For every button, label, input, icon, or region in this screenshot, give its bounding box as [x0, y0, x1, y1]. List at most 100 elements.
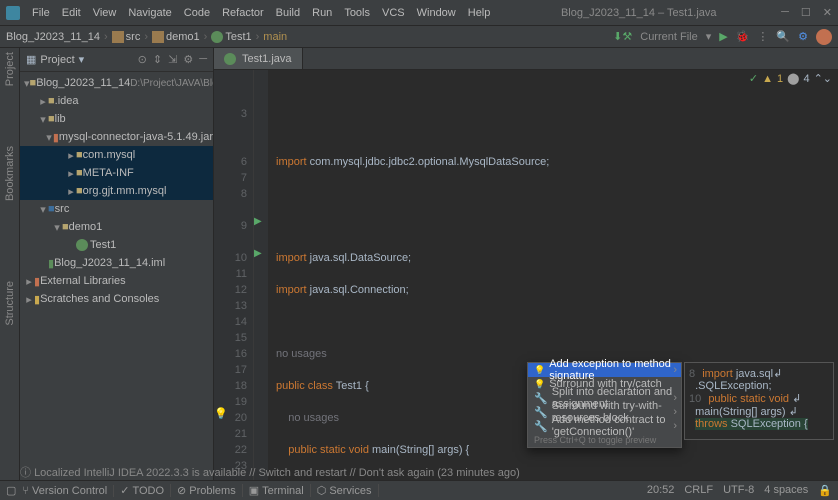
hide-icon[interactable]: ─ [199, 53, 207, 66]
tab-label: Test1.java [242, 53, 292, 65]
chevron-icon: › [204, 31, 208, 43]
menu-refactor[interactable]: Refactor [216, 5, 270, 21]
editor-tab[interactable]: Test1.java [214, 48, 303, 69]
run-icon[interactable]: ▶ [719, 30, 727, 43]
tree-root[interactable]: Blog_J2023_11_14 [36, 77, 130, 89]
encoding[interactable]: UTF-8 [723, 484, 754, 497]
indent[interactable]: 4 spaces [764, 484, 808, 497]
wrench-icon: 🔧 [534, 406, 548, 419]
tree-ext[interactable]: External Libraries [40, 275, 126, 287]
status-services[interactable]: ⬡Services [311, 484, 379, 497]
bulb-icon: 💡 [534, 379, 545, 390]
menu-vcs[interactable]: VCS [376, 5, 411, 21]
crumb-pkg[interactable]: demo1 [166, 31, 200, 43]
usage-hint: no usages [288, 412, 339, 424]
minimize-icon[interactable]: ─ [781, 6, 789, 19]
select-opened-icon[interactable]: ⊙ [138, 53, 147, 66]
menu-help[interactable]: Help [462, 5, 497, 21]
status-vcs[interactable]: ⑂Version Control [16, 485, 114, 497]
collapse-icon[interactable]: ⇲ [168, 53, 177, 66]
more-icon[interactable]: ⋮ [757, 30, 768, 43]
crumb-src[interactable]: src [126, 31, 141, 43]
intention-preview: 8 import java.sql↲ .SQLException; 10 pub… [684, 362, 834, 440]
project-tab-icon: ▦ [26, 53, 36, 66]
bulb-icon[interactable]: 💡 [214, 406, 228, 422]
menu-code[interactable]: Code [178, 5, 216, 21]
bulb-icon: 💡 [534, 365, 545, 376]
app-icon [6, 6, 20, 20]
run-config-dropdown[interactable]: Current File [640, 31, 697, 43]
status-tip: Localized IntelliJ IDEA 2022.3.3 is avai… [34, 467, 520, 479]
sidebar-title: Project [40, 54, 74, 66]
intention-popup: 💡Add exception to method signature› 💡Sur… [527, 362, 682, 448]
notification-icon[interactable]: ⓘ [20, 467, 34, 479]
window-title: Blog_J2023_11_14 – Test1.java [496, 7, 781, 19]
status-problems[interactable]: ⊘Problems [171, 484, 243, 497]
chevron-icon: › [144, 31, 148, 43]
menu-run[interactable]: Run [306, 5, 338, 21]
class-icon [211, 31, 223, 43]
status-terminal[interactable]: ▣Terminal [243, 484, 311, 497]
intention-item[interactable]: 💡Add exception to method signature› [528, 363, 681, 377]
run-gutter-icon[interactable]: ▶ [254, 246, 268, 262]
tool-project[interactable]: Project [4, 52, 16, 86]
wrench-icon: 🔧 [534, 420, 548, 433]
run-gutter-icon[interactable]: ▶ [254, 214, 268, 230]
package-icon [152, 31, 164, 43]
tree-demo1[interactable]: demo1 [69, 221, 103, 233]
tree-src[interactable]: src [55, 203, 70, 215]
tree-pkg3[interactable]: org.gjt.mm.mysql [83, 185, 167, 197]
menu-navigate[interactable]: Navigate [122, 5, 177, 21]
crumb-project[interactable]: Blog_J2023_11_14 [6, 31, 100, 43]
close-icon[interactable]: ✕ [823, 6, 832, 19]
chevron-down-icon[interactable]: ▾ [79, 53, 85, 66]
crumb-main[interactable]: main [263, 31, 287, 43]
terminal-icon: ▣ [249, 484, 259, 497]
tree-root-path: D:\Project\JAVA\Blog_J2023_11_14 [130, 78, 213, 89]
tree-pkg2[interactable]: META-INF [83, 167, 134, 179]
search-icon[interactable]: 🔍 [776, 30, 790, 43]
crumb-class[interactable]: Test1 [225, 31, 251, 43]
line-sep[interactable]: CRLF [684, 484, 713, 497]
gear-icon[interactable]: ⚙ [183, 53, 193, 66]
expand-all-icon[interactable]: ⇕ [153, 53, 162, 66]
tool-window-toggle-icon[interactable]: ▢ [6, 484, 16, 497]
lock-icon[interactable]: 🔒 [818, 484, 832, 497]
debug-icon[interactable]: 🐞 [736, 30, 750, 43]
wrench-icon: 🔧 [534, 392, 548, 405]
project-sidebar: ▦ Project ▾ ⊙ ⇕ ⇲ ⚙ ─ ▾■ Blog_J2023_11_1… [20, 48, 214, 480]
maximize-icon[interactable]: ☐ [801, 6, 811, 19]
tree-lib[interactable]: lib [55, 113, 66, 125]
tool-structure[interactable]: Structure [4, 281, 16, 326]
menu-build[interactable]: Build [270, 5, 306, 21]
build-icon[interactable]: ⬇⚒ [613, 30, 632, 43]
intention-item[interactable]: 🔧Add method contract to 'getConnection()… [528, 419, 681, 433]
todo-icon: ✓ [120, 484, 129, 497]
tool-bookmarks[interactable]: Bookmarks [4, 146, 16, 201]
caret-pos[interactable]: 20:52 [647, 484, 675, 497]
tree-scratch[interactable]: Scratches and Consoles [40, 293, 159, 305]
tree-pkg1[interactable]: com.mysql [83, 149, 136, 161]
tree-iml[interactable]: Blog_J2023_11_14.iml [54, 257, 165, 269]
services-icon: ⬡ [317, 484, 327, 497]
avatar[interactable] [816, 29, 832, 45]
tree-idea[interactable]: .idea [55, 95, 79, 107]
menu-window[interactable]: Window [411, 5, 462, 21]
project-tree[interactable]: ▾■ Blog_J2023_11_14 D:\Project\JAVA\Blog… [20, 72, 213, 480]
chevron-right-icon: › [673, 364, 677, 376]
marker-gutter[interactable]: ▶ ▶ 💡 [254, 70, 268, 480]
menu-edit[interactable]: Edit [56, 5, 87, 21]
chevron-icon: › [256, 31, 260, 43]
chevron-down-icon[interactable]: ▾ [706, 30, 712, 43]
class-icon [224, 53, 236, 65]
problems-icon: ⊘ [177, 484, 186, 497]
tree-jar[interactable]: mysql-connector-java-5.1.49.jar [59, 131, 213, 143]
branch-icon: ⑂ [22, 485, 29, 497]
tree-test1[interactable]: Test1 [90, 239, 116, 251]
chevron-icon: › [104, 31, 108, 43]
menu-tools[interactable]: Tools [338, 5, 376, 21]
settings-icon[interactable]: ⚙ [798, 30, 808, 43]
menu-view[interactable]: View [87, 5, 123, 21]
menu-file[interactable]: File [26, 5, 56, 21]
status-todo[interactable]: ✓TODO [114, 484, 171, 497]
